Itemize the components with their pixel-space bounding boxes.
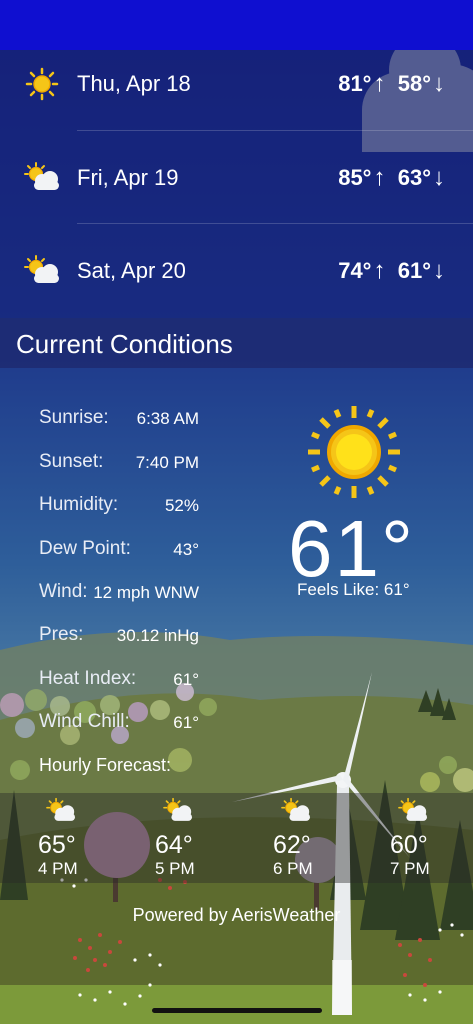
sun-icon bbox=[25, 67, 59, 101]
heat-index-value: 61° bbox=[173, 670, 199, 689]
pressure-value: 30.12 inHg bbox=[116, 626, 199, 645]
down-arrow-icon: ↓ bbox=[433, 69, 445, 97]
hourly-temp: 60° bbox=[390, 831, 428, 859]
partly-cloudy-icon bbox=[281, 797, 310, 821]
hourly-temp: 65° bbox=[38, 831, 76, 859]
day-date: Fri, Apr 19 bbox=[77, 164, 179, 190]
high-temp: 74° bbox=[338, 257, 372, 283]
feels-like: Feels Like: 61° bbox=[297, 580, 410, 599]
heat-index-label: Heat Index: bbox=[39, 668, 137, 689]
low-temp: 63° bbox=[397, 164, 431, 190]
partly-cloudy-icon bbox=[46, 797, 75, 821]
humidity-value: 52% bbox=[164, 496, 199, 515]
wind-value: 12 mph WNW bbox=[93, 583, 199, 602]
hourly-time: 7 PM bbox=[390, 859, 430, 878]
hourly-temp: 62° bbox=[273, 831, 311, 859]
day-date: Thu, Apr 18 bbox=[77, 70, 191, 96]
home-indicator[interactable] bbox=[152, 1008, 322, 1013]
low-temp: 58° bbox=[397, 70, 431, 96]
hourly-temp: 64° bbox=[155, 831, 193, 859]
day-temps: 81°↑ 58°↓ bbox=[338, 70, 445, 98]
partly-cloudy-icon bbox=[24, 255, 59, 283]
high-temp: 81° bbox=[338, 70, 372, 96]
daily-row[interactable]: Thu, Apr 18 81°↑ 58°↓ bbox=[0, 37, 473, 130]
partly-cloudy-icon bbox=[163, 797, 192, 821]
sunset-value: 7:40 PM bbox=[135, 453, 199, 472]
up-arrow-icon: ↑ bbox=[373, 256, 386, 284]
partly-cloudy-icon bbox=[398, 797, 427, 821]
high-temp: 85° bbox=[338, 164, 372, 190]
humidity-label: Humidity: bbox=[39, 494, 119, 515]
day-temps: 85°↑ 63°↓ bbox=[338, 164, 445, 192]
dew-point-value: 43° bbox=[173, 540, 199, 559]
hourly-time: 4 PM bbox=[38, 859, 78, 878]
sunset-label: Sunset: bbox=[39, 451, 104, 472]
up-arrow-icon: ↑ bbox=[373, 163, 386, 191]
down-arrow-icon: ↓ bbox=[433, 256, 445, 284]
hourly-time: 5 PM bbox=[155, 859, 195, 878]
sun-icon bbox=[308, 406, 400, 498]
hourly-forecast-label: Hourly Forecast: bbox=[39, 755, 172, 775]
partly-cloudy-icon bbox=[24, 162, 59, 190]
hourly-time: 6 PM bbox=[273, 859, 313, 878]
daily-row[interactable]: Fri, Apr 19 85°↑ 63°↓ bbox=[0, 131, 473, 224]
powered-by-link[interactable]: Powered by AerisWeather bbox=[0, 905, 473, 926]
day-date: Sat, Apr 20 bbox=[77, 257, 186, 283]
sunrise-label: Sunrise: bbox=[39, 407, 109, 428]
dew-point-label: Dew Point: bbox=[39, 538, 131, 559]
pressure-label: Pres: bbox=[39, 624, 84, 645]
low-temp: 61° bbox=[397, 257, 431, 283]
up-arrow-icon: ↑ bbox=[373, 69, 386, 97]
day-temps: 74°↑ 61°↓ bbox=[338, 257, 445, 285]
wind-label: Wind: bbox=[39, 581, 88, 602]
sunrise-value: 6:38 AM bbox=[136, 409, 199, 428]
grass bbox=[0, 985, 473, 1024]
wind-chill-value: 61° bbox=[173, 713, 199, 732]
daily-row[interactable]: Sat, Apr 20 74°↑ 61°↓ bbox=[0, 224, 473, 317]
wind-chill-label: Wind Chill: bbox=[39, 711, 130, 732]
current-conditions-header: Current Conditions bbox=[0, 318, 473, 368]
down-arrow-icon: ↓ bbox=[433, 163, 445, 191]
